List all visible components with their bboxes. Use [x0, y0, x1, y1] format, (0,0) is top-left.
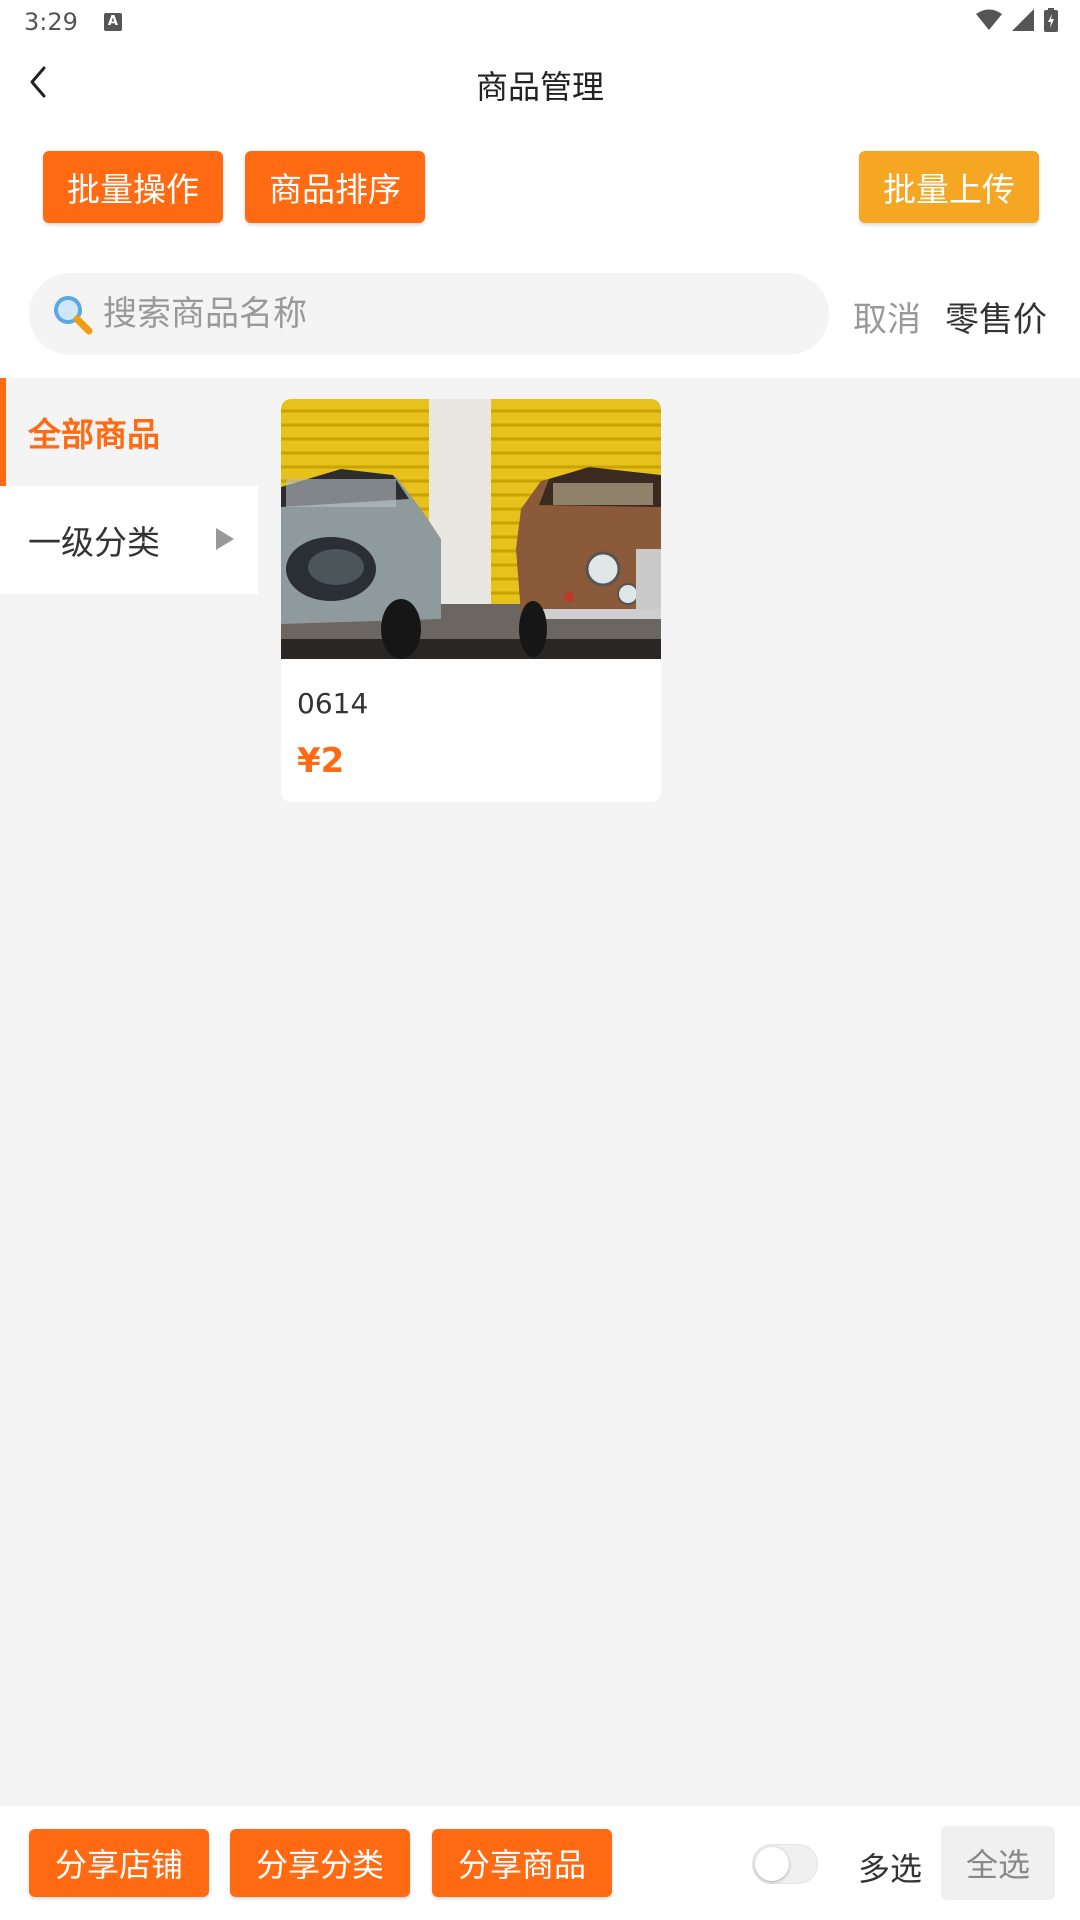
multi-select-toggle[interactable]	[752, 1844, 818, 1884]
retail-price-button[interactable]: 零售价	[945, 292, 1047, 341]
header: 商品管理	[0, 44, 1080, 120]
bottom-bar: 分享店铺 分享分类 分享商品 多选 全选	[0, 1806, 1080, 1920]
wifi-icon	[976, 9, 1002, 30]
sidebar-item-label: 全部商品	[28, 415, 160, 454]
triangle-right-icon	[216, 528, 234, 550]
search-icon	[54, 296, 93, 335]
status-time: 3:29	[24, 8, 78, 36]
sidebar-item-all-products[interactable]: 全部商品	[0, 378, 258, 486]
batch-upload-button[interactable]: 批量上传	[859, 151, 1039, 223]
status-bar: 3:29 A	[0, 0, 1080, 44]
battery-icon	[1044, 8, 1058, 32]
product-name: 0614	[297, 687, 369, 720]
notification-a-icon: A	[103, 13, 122, 31]
search-input[interactable]	[103, 294, 783, 334]
product-card[interactable]: 0614 ¥2	[281, 399, 661, 802]
share-category-button[interactable]: 分享分类	[230, 1829, 410, 1897]
sidebar-item-level-one-category[interactable]: 一级分类	[0, 486, 258, 594]
toggle-knob	[755, 1847, 789, 1881]
action-bar: 批量操作 商品排序 批量上传	[0, 120, 1080, 268]
sidebar-item-label: 一级分类	[28, 523, 160, 562]
status-icons	[976, 8, 1058, 32]
multi-select-label: 多选	[858, 1850, 923, 1888]
product-image	[281, 399, 661, 659]
batch-operation-button[interactable]: 批量操作	[43, 151, 223, 223]
select-all-button[interactable]: 全选	[941, 1826, 1055, 1900]
signal-icon	[1012, 9, 1034, 31]
share-shop-button[interactable]: 分享店铺	[29, 1829, 209, 1897]
cancel-button[interactable]: 取消	[853, 292, 921, 341]
search-area: 取消 零售价	[0, 268, 1080, 378]
page-title: 商品管理	[475, 68, 604, 106]
category-sidebar: 全部商品 一级分类	[0, 378, 258, 594]
product-price: ¥2	[297, 741, 345, 781]
search-box[interactable]	[29, 273, 829, 355]
product-sort-button[interactable]: 商品排序	[245, 151, 425, 223]
share-product-button[interactable]: 分享商品	[432, 1829, 612, 1897]
